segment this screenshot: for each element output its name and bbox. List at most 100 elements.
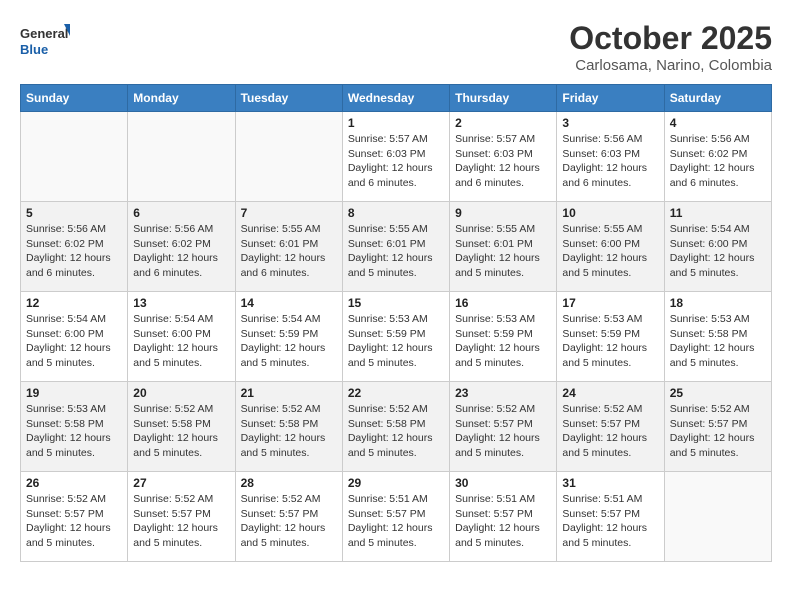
- day-number: 9: [455, 206, 551, 220]
- weekday-header-wednesday: Wednesday: [342, 85, 449, 112]
- day-info: Sunrise: 5:52 AM Sunset: 5:57 PM Dayligh…: [670, 402, 766, 461]
- day-number: 29: [348, 476, 444, 490]
- day-number: 26: [26, 476, 122, 490]
- week-row-1: 1 Sunrise: 5:57 AM Sunset: 6:03 PM Daylig…: [21, 112, 772, 202]
- day-number: 10: [562, 206, 658, 220]
- day-number: 15: [348, 296, 444, 310]
- header: General Blue October 2025 Carlosama, Nar…: [20, 20, 772, 74]
- location-title: Carlosama, Narino, Colombia: [569, 57, 772, 74]
- calendar-cell: 29Sunrise: 5:51 AM Sunset: 5:57 PM Dayli…: [342, 472, 449, 562]
- logo-svg: General Blue: [20, 20, 70, 62]
- calendar-cell: [664, 472, 771, 562]
- calendar-cell: 10 Sunrise: 5:55 AM Sunset: 6:00 PM Dayli…: [557, 202, 664, 292]
- day-number: 25: [670, 386, 766, 400]
- day-info: Sunrise: 5:52 AM Sunset: 5:57 PM Dayligh…: [26, 492, 122, 551]
- day-info: Sunrise: 5:52 AM Sunset: 5:57 PM Dayligh…: [133, 492, 229, 551]
- calendar-cell: 18 Sunrise: 5:53 AM Sunset: 5:58 PM Dayli…: [664, 292, 771, 382]
- weekday-header-sunday: Sunday: [21, 85, 128, 112]
- calendar-cell: 28Sunrise: 5:52 AM Sunset: 5:57 PM Dayli…: [235, 472, 342, 562]
- calendar-cell: 1 Sunrise: 5:57 AM Sunset: 6:03 PM Daylig…: [342, 112, 449, 202]
- day-number: 3: [562, 116, 658, 130]
- day-info: Sunrise: 5:53 AM Sunset: 5:59 PM Dayligh…: [455, 312, 551, 371]
- calendar-cell: [21, 112, 128, 202]
- title-area: October 2025 Carlosama, Narino, Colombia: [569, 20, 772, 74]
- week-row-3: 12 Sunrise: 5:54 AM Sunset: 6:00 PM Dayli…: [21, 292, 772, 382]
- day-number: 1: [348, 116, 444, 130]
- day-info: Sunrise: 5:54 AM Sunset: 5:59 PM Dayligh…: [241, 312, 337, 371]
- day-info: Sunrise: 5:57 AM Sunset: 6:03 PM Dayligh…: [455, 132, 551, 191]
- calendar-cell: 26 Sunrise: 5:52 AM Sunset: 5:57 PM Dayli…: [21, 472, 128, 562]
- day-info: Sunrise: 5:53 AM Sunset: 5:58 PM Dayligh…: [670, 312, 766, 371]
- day-info: Sunrise: 5:52 AM Sunset: 5:58 PM Dayligh…: [241, 402, 337, 461]
- day-number: 28: [241, 476, 337, 490]
- day-number: 4: [670, 116, 766, 130]
- calendar-cell: 8Sunrise: 5:55 AM Sunset: 6:01 PM Daylig…: [342, 202, 449, 292]
- day-number: 5: [26, 206, 122, 220]
- day-info: Sunrise: 5:55 AM Sunset: 6:01 PM Dayligh…: [241, 222, 337, 281]
- day-number: 21: [241, 386, 337, 400]
- svg-text:General: General: [20, 26, 68, 41]
- calendar-cell: 2 Sunrise: 5:57 AM Sunset: 6:03 PM Daylig…: [450, 112, 557, 202]
- day-info: Sunrise: 5:56 AM Sunset: 6:02 PM Dayligh…: [670, 132, 766, 191]
- svg-text:Blue: Blue: [20, 42, 48, 57]
- day-number: 27: [133, 476, 229, 490]
- weekday-header-thursday: Thursday: [450, 85, 557, 112]
- day-number: 8: [348, 206, 444, 220]
- day-info: Sunrise: 5:51 AM Sunset: 5:57 PM Dayligh…: [455, 492, 551, 551]
- day-info: Sunrise: 5:56 AM Sunset: 6:02 PM Dayligh…: [26, 222, 122, 281]
- day-number: 18: [670, 296, 766, 310]
- calendar-cell: [235, 112, 342, 202]
- day-number: 14: [241, 296, 337, 310]
- weekday-header-friday: Friday: [557, 85, 664, 112]
- day-info: Sunrise: 5:55 AM Sunset: 6:01 PM Dayligh…: [455, 222, 551, 281]
- calendar-cell: 22Sunrise: 5:52 AM Sunset: 5:58 PM Dayli…: [342, 382, 449, 472]
- calendar-cell: 9 Sunrise: 5:55 AM Sunset: 6:01 PM Daylig…: [450, 202, 557, 292]
- day-info: Sunrise: 5:53 AM Sunset: 5:58 PM Dayligh…: [26, 402, 122, 461]
- day-number: 23: [455, 386, 551, 400]
- day-info: Sunrise: 5:54 AM Sunset: 6:00 PM Dayligh…: [670, 222, 766, 281]
- logo: General Blue: [20, 20, 70, 62]
- day-info: Sunrise: 5:52 AM Sunset: 5:57 PM Dayligh…: [562, 402, 658, 461]
- week-row-4: 19Sunrise: 5:53 AM Sunset: 5:58 PM Dayli…: [21, 382, 772, 472]
- calendar-cell: 11 Sunrise: 5:54 AM Sunset: 6:00 PM Dayli…: [664, 202, 771, 292]
- week-row-5: 26 Sunrise: 5:52 AM Sunset: 5:57 PM Dayli…: [21, 472, 772, 562]
- weekday-header-saturday: Saturday: [664, 85, 771, 112]
- calendar-cell: 21 Sunrise: 5:52 AM Sunset: 5:58 PM Dayli…: [235, 382, 342, 472]
- calendar-cell: 4 Sunrise: 5:56 AM Sunset: 6:02 PM Daylig…: [664, 112, 771, 202]
- day-number: 22: [348, 386, 444, 400]
- week-row-2: 5 Sunrise: 5:56 AM Sunset: 6:02 PM Daylig…: [21, 202, 772, 292]
- day-number: 17: [562, 296, 658, 310]
- weekday-header-monday: Monday: [128, 85, 235, 112]
- calendar-cell: 23 Sunrise: 5:52 AM Sunset: 5:57 PM Dayli…: [450, 382, 557, 472]
- month-title: October 2025: [569, 20, 772, 57]
- calendar-cell: 19Sunrise: 5:53 AM Sunset: 5:58 PM Dayli…: [21, 382, 128, 472]
- day-info: Sunrise: 5:52 AM Sunset: 5:58 PM Dayligh…: [133, 402, 229, 461]
- day-number: 31: [562, 476, 658, 490]
- calendar-cell: 14 Sunrise: 5:54 AM Sunset: 5:59 PM Dayli…: [235, 292, 342, 382]
- calendar-cell: 7 Sunrise: 5:55 AM Sunset: 6:01 PM Daylig…: [235, 202, 342, 292]
- calendar-cell: [128, 112, 235, 202]
- day-number: 24: [562, 386, 658, 400]
- day-info: Sunrise: 5:53 AM Sunset: 5:59 PM Dayligh…: [562, 312, 658, 371]
- calendar-cell: 25 Sunrise: 5:52 AM Sunset: 5:57 PM Dayli…: [664, 382, 771, 472]
- day-info: Sunrise: 5:56 AM Sunset: 6:03 PM Dayligh…: [562, 132, 658, 191]
- calendar-cell: 27 Sunrise: 5:52 AM Sunset: 5:57 PM Dayli…: [128, 472, 235, 562]
- day-number: 20: [133, 386, 229, 400]
- day-info: Sunrise: 5:51 AM Sunset: 5:57 PM Dayligh…: [562, 492, 658, 551]
- day-number: 11: [670, 206, 766, 220]
- day-info: Sunrise: 5:52 AM Sunset: 5:57 PM Dayligh…: [455, 402, 551, 461]
- weekday-header-tuesday: Tuesday: [235, 85, 342, 112]
- calendar-cell: 13 Sunrise: 5:54 AM Sunset: 6:00 PM Dayli…: [128, 292, 235, 382]
- day-info: Sunrise: 5:54 AM Sunset: 6:00 PM Dayligh…: [133, 312, 229, 371]
- calendar-cell: 12Sunrise: 5:54 AM Sunset: 6:00 PM Dayli…: [21, 292, 128, 382]
- day-number: 12: [26, 296, 122, 310]
- calendar-cell: 30Sunrise: 5:51 AM Sunset: 5:57 PM Dayli…: [450, 472, 557, 562]
- calendar-cell: 15Sunrise: 5:53 AM Sunset: 5:59 PM Dayli…: [342, 292, 449, 382]
- calendar-cell: 3 Sunrise: 5:56 AM Sunset: 6:03 PM Daylig…: [557, 112, 664, 202]
- day-info: Sunrise: 5:55 AM Sunset: 6:00 PM Dayligh…: [562, 222, 658, 281]
- calendar-table: SundayMondayTuesdayWednesdayThursdayFrid…: [20, 84, 772, 562]
- day-number: 13: [133, 296, 229, 310]
- day-info: Sunrise: 5:57 AM Sunset: 6:03 PM Dayligh…: [348, 132, 444, 191]
- day-number: 2: [455, 116, 551, 130]
- day-number: 7: [241, 206, 337, 220]
